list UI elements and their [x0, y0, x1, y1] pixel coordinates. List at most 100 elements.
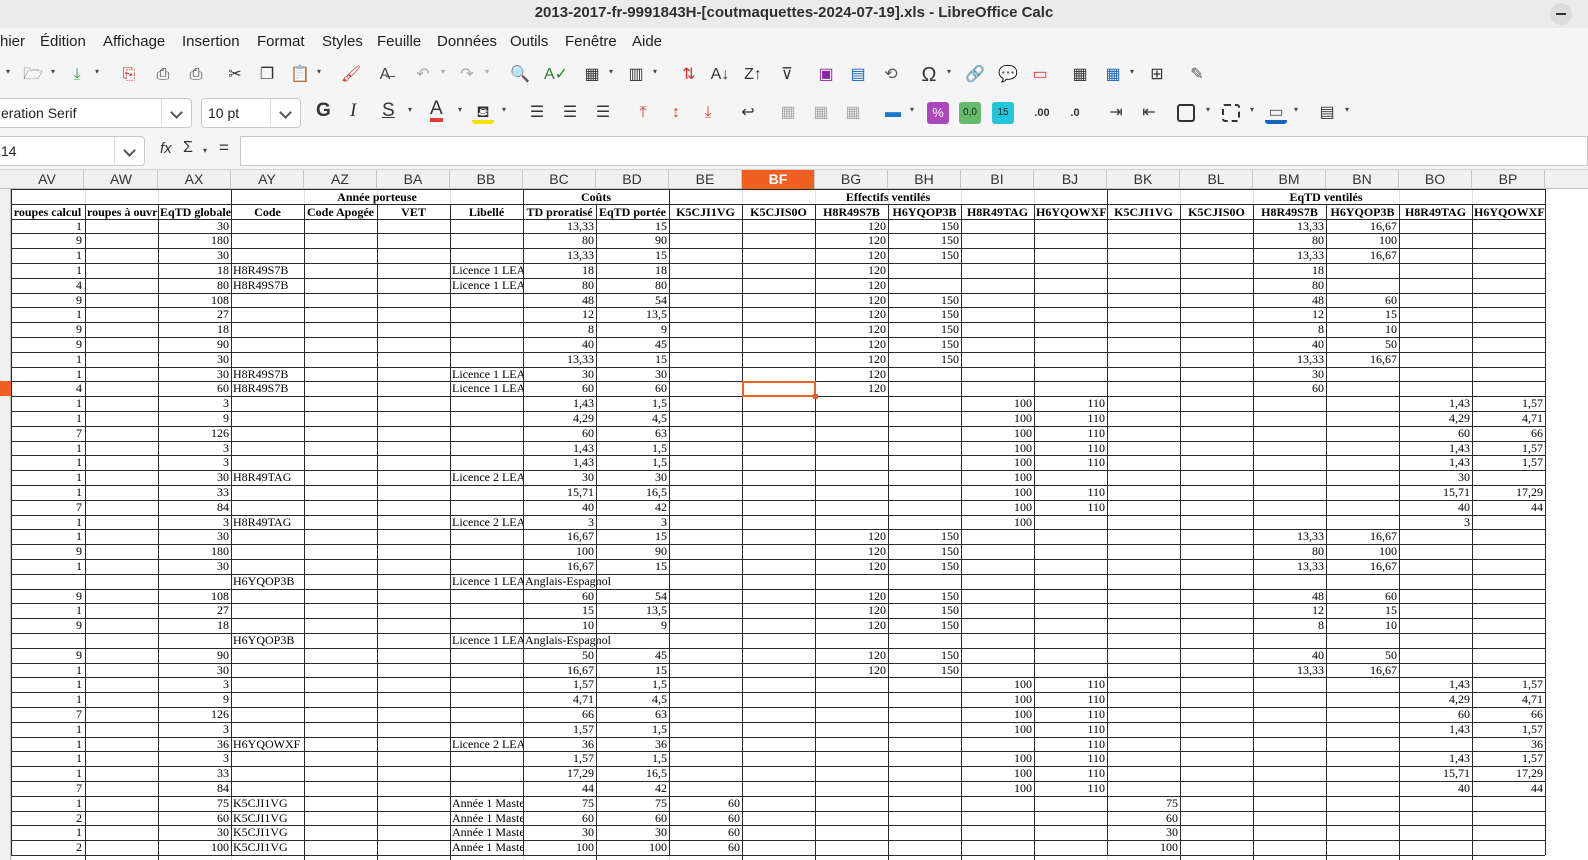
open-icon[interactable]: 🗁 [22, 64, 44, 86]
table-cell[interactable]: 18 [523, 263, 596, 278]
border-color-icon[interactable]: ▭ [1265, 102, 1287, 124]
field-header[interactable]: H6YQOWXF [1034, 205, 1107, 220]
table-cell[interactable]: 80 [596, 278, 669, 293]
wrap-text-icon[interactable]: ↩ [737, 102, 759, 124]
table-cell[interactable]: 4,71 [1472, 692, 1545, 707]
field-header[interactable]: H6YQOWXF [1472, 205, 1545, 220]
table-cell[interactable]: 30 [523, 825, 596, 840]
table-cell[interactable]: 150 [888, 352, 961, 367]
align-center-icon[interactable]: ☰ [559, 102, 581, 124]
border-style-icon[interactable] [1222, 104, 1240, 122]
table-cell[interactable]: 16,5 [596, 766, 669, 781]
table-cell[interactable]: 15 [596, 352, 669, 367]
table-cell[interactable]: 1 [11, 248, 84, 263]
table-cell[interactable]: 40 [1399, 781, 1472, 796]
table-cell[interactable]: 18 [158, 263, 231, 278]
table-cell[interactable]: 30 [158, 352, 231, 367]
split-window-icon[interactable]: ⊞ [1146, 64, 1168, 86]
save-icon[interactable]: ⤓ [66, 64, 88, 86]
table-cell[interactable]: 120 [815, 322, 888, 337]
table-cell[interactable]: 120 [815, 337, 888, 352]
table-cell[interactable]: 9 [596, 618, 669, 633]
table-cell[interactable]: 27 [158, 307, 231, 322]
table-cell[interactable]: 33 [158, 766, 231, 781]
table-cell[interactable]: 13,5 [596, 603, 669, 618]
special-character-icon[interactable]: Ω [918, 64, 940, 86]
table-cell[interactable]: 15,71 [523, 485, 596, 500]
table-cell[interactable]: 120 [815, 618, 888, 633]
table-cell[interactable]: 50 [1326, 648, 1399, 663]
table-cell[interactable]: 7 [11, 426, 84, 441]
column-header-av[interactable]: AV [11, 170, 84, 189]
align-right-icon[interactable]: ☰ [592, 102, 614, 124]
table-cell[interactable]: H8R49S7B [231, 381, 304, 396]
table-cell[interactable]: 30 [596, 825, 669, 840]
sort-ascending-icon[interactable]: A↓ [709, 64, 731, 86]
table-cell[interactable]: 150 [888, 529, 961, 544]
table-cell[interactable]: 1 [11, 441, 84, 456]
table-cell[interactable]: 100 [961, 677, 1034, 692]
border-style-dropdown-icon[interactable] [1250, 106, 1258, 114]
menu-outils[interactable]: Outils [510, 33, 548, 50]
field-header[interactable]: Libellé [450, 205, 523, 220]
delete-decimal-button[interactable]: .0 [1064, 102, 1086, 124]
table-cell[interactable]: 150 [888, 307, 961, 322]
undo-dropdown-icon[interactable] [441, 68, 449, 76]
table-cell[interactable]: 100 [961, 515, 1034, 530]
currency-dropdown-icon[interactable] [910, 106, 918, 114]
table-cell[interactable]: 10 [1326, 618, 1399, 633]
table-cell[interactable]: 80 [1253, 544, 1326, 559]
field-header[interactable]: TD proratisé [523, 205, 596, 220]
table-cell[interactable]: 1,57 [1472, 677, 1545, 692]
table-cell[interactable]: 40 [523, 337, 596, 352]
column-header-bh[interactable]: BH [888, 170, 961, 189]
table-cell[interactable]: 33 [158, 485, 231, 500]
table-cell[interactable]: 40 [1253, 337, 1326, 352]
column-header-ba[interactable]: BA [377, 170, 450, 189]
spreadsheet-grid[interactable]: Année porteuse Coûts Effectifs ventilés EqT… [11, 189, 1588, 860]
table-cell[interactable]: 108 [158, 589, 231, 604]
table-cell[interactable]: 17,29 [523, 766, 596, 781]
autofilter-icon[interactable]: ⊽ [776, 64, 798, 86]
table-cell[interactable]: 120 [815, 381, 888, 396]
table-cell[interactable]: 150 [888, 603, 961, 618]
table-cell[interactable]: 1,57 [1472, 396, 1545, 411]
table-cell[interactable]: H6YQOWXF [231, 737, 304, 752]
table-cell[interactable]: 7 [11, 781, 84, 796]
highlight-dropdown-icon[interactable] [502, 106, 510, 114]
table-cell[interactable]: K5CJI1VG [231, 811, 304, 826]
table-cell[interactable]: 12 [523, 307, 596, 322]
table-cell[interactable]: 4 [11, 381, 84, 396]
table-cell[interactable]: Licence 1 LEA [450, 381, 523, 396]
table-cell[interactable]: 110 [1034, 485, 1107, 500]
table-cell[interactable]: 84 [158, 781, 231, 796]
table-cell[interactable]: Licence 2 LEA [450, 737, 523, 752]
table-cell[interactable]: 100 [596, 840, 669, 855]
table-cell[interactable]: 60 [596, 811, 669, 826]
table-cell[interactable]: 1 [11, 677, 84, 692]
paste-dropdown-icon[interactable] [317, 68, 325, 76]
table-cell[interactable]: 44 [1472, 500, 1545, 515]
table-cell[interactable]: 40 [1253, 648, 1326, 663]
table-cell[interactable]: 110 [1034, 500, 1107, 515]
table-cell[interactable]: 90 [596, 233, 669, 248]
group-header-effectifs[interactable]: Effectifs ventilés [669, 190, 1107, 205]
table-cell[interactable]: 9 [11, 322, 84, 337]
table-cell[interactable]: 3 [1399, 515, 1472, 530]
hyperlink-icon[interactable]: 🔗 [964, 64, 986, 86]
table-cell[interactable]: 9 [11, 544, 84, 559]
table-cell[interactable]: 36 [1472, 737, 1545, 752]
table-cell[interactable]: 100 [158, 840, 231, 855]
menu-feuille[interactable]: Feuille [377, 33, 421, 50]
menu-fichier[interactable]: hier [0, 33, 25, 50]
group-header-eqtd[interactable]: EqTD ventilés [1107, 190, 1545, 205]
redo-icon[interactable]: ↷ [456, 64, 478, 86]
table-cell[interactable]: 120 [815, 559, 888, 574]
table-cell[interactable]: 1 [11, 219, 84, 234]
table-cell[interactable]: 1 [11, 603, 84, 618]
table-cell[interactable]: 1 [11, 367, 84, 382]
table-cell[interactable]: 150 [888, 322, 961, 337]
print-preview-icon[interactable]: ⎙ [185, 64, 207, 86]
table-cell[interactable]: H6YQOP3B [231, 574, 304, 589]
table-cell[interactable]: 3 [596, 515, 669, 530]
